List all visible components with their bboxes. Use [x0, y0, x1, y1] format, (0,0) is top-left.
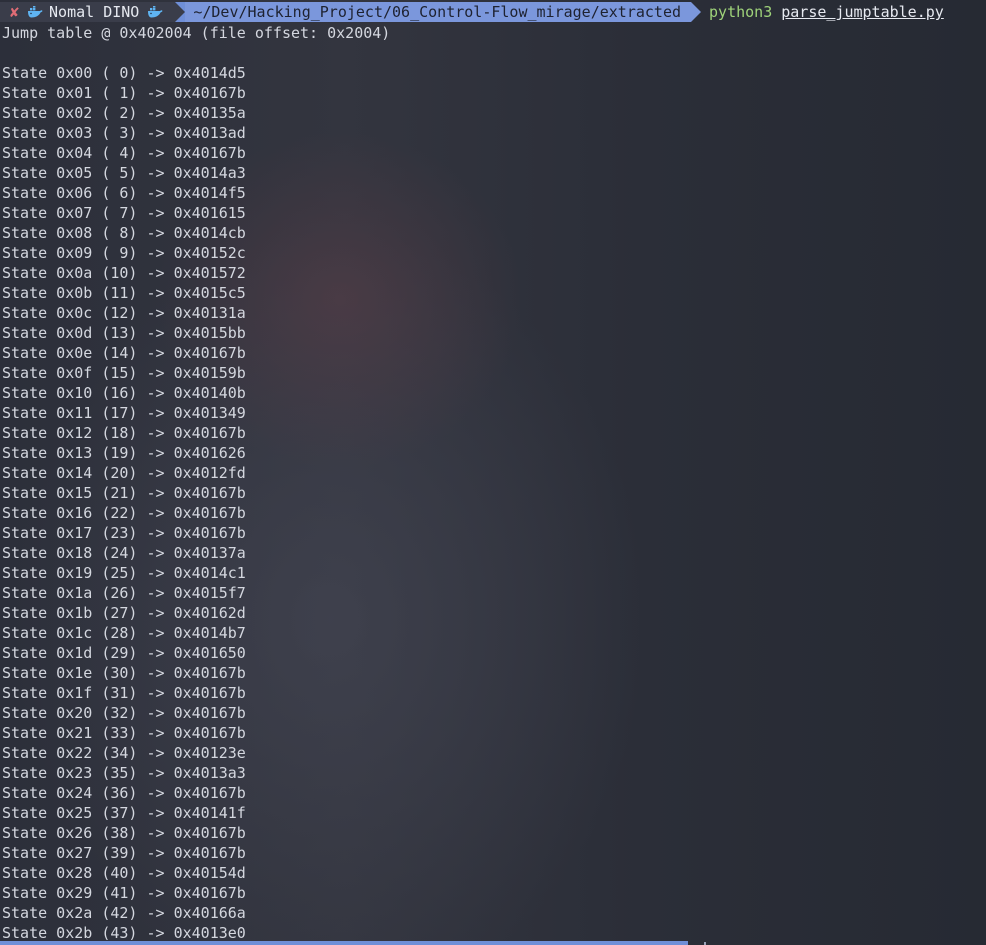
- jump-table-row: State 0x0e (14) -> 0x40167b: [2, 344, 246, 362]
- jump-table-row: State 0x05 ( 5) -> 0x4014a3: [2, 164, 246, 182]
- jump-table-row: State 0x04 ( 4) -> 0x40167b: [2, 144, 246, 162]
- jump-table-row: State 0x0a (10) -> 0x401572: [2, 264, 246, 282]
- jump-table-row: State 0x02 ( 2) -> 0x40135a: [2, 104, 246, 122]
- command-argument-file-link[interactable]: parse_jumptable.py: [781, 3, 944, 21]
- jump-table-row: State 0x26 (38) -> 0x40167b: [2, 824, 246, 842]
- jump-table-row: State 0x22 (34) -> 0x40123e: [2, 744, 246, 762]
- jump-table-row: State 0x24 (36) -> 0x40167b: [2, 784, 246, 802]
- docker-whale-icon: [28, 6, 43, 18]
- jump-table-row: State 0x0d (13) -> 0x4015bb: [2, 324, 246, 342]
- jump-table-row: State 0x0b (11) -> 0x4015c5: [2, 284, 246, 302]
- jump-table-row: State 0x08 ( 8) -> 0x4014cb: [2, 224, 246, 242]
- jump-table-row: State 0x1c (28) -> 0x4014b7: [2, 624, 246, 642]
- jump-table-output: State 0x00 ( 0) -> 0x4014d5 State 0x01 ( …: [2, 63, 246, 943]
- docker-whale-icon: [148, 6, 163, 18]
- prompt-user-label: Nomal DINO: [49, 3, 140, 21]
- jump-table-row: State 0x2a (42) -> 0x40166a: [2, 904, 246, 922]
- prompt-separator-icon: [175, 2, 186, 22]
- jump-table-row: State 0x07 ( 7) -> 0x401615: [2, 204, 246, 222]
- jump-table-row: State 0x25 (37) -> 0x40141f: [2, 804, 246, 822]
- jump-table-row: State 0x15 (21) -> 0x40167b: [2, 484, 246, 502]
- jump-table-row: State 0x1e (30) -> 0x40167b: [2, 664, 246, 682]
- jump-table-row: State 0x0f (15) -> 0x40159b: [2, 364, 246, 382]
- jump-table-row: State 0x11 (17) -> 0x401349: [2, 404, 246, 422]
- jump-table-row: State 0x20 (32) -> 0x40167b: [2, 704, 246, 722]
- jump-table-row: State 0x1d (29) -> 0x401650: [2, 644, 246, 662]
- jump-table-row: State 0x06 ( 6) -> 0x4014f5: [2, 184, 246, 202]
- jump-table-row: State 0x21 (33) -> 0x40167b: [2, 724, 246, 742]
- terminal-window[interactable]: ✘ Nomal DINO ~/Dev/Hacking_Project/06_Co…: [0, 0, 986, 945]
- shell-prompt: ✘ Nomal DINO ~/Dev/Hacking_Project/06_Co…: [0, 2, 986, 22]
- jump-table-row: State 0x01 ( 1) -> 0x40167b: [2, 84, 246, 102]
- jump-table-row: State 0x14 (20) -> 0x4012fd: [2, 464, 246, 482]
- jump-table-header: Jump table @ 0x402004 (file offset: 0x20…: [2, 24, 391, 42]
- jump-table-row: State 0x19 (25) -> 0x4014c1: [2, 564, 246, 582]
- jump-table-row: State 0x28 (40) -> 0x40154d: [2, 864, 246, 882]
- jump-table-row: State 0x00 ( 0) -> 0x4014d5: [2, 64, 246, 82]
- prompt-separator-icon: [691, 2, 702, 22]
- jump-table-row: State 0x18 (24) -> 0x40137a: [2, 544, 246, 562]
- jump-table-row: State 0x27 (39) -> 0x40167b: [2, 844, 246, 862]
- jump-table-row: State 0x09 ( 9) -> 0x40152c: [2, 244, 246, 262]
- jump-table-row: State 0x0c (12) -> 0x40131a: [2, 304, 246, 322]
- jump-table-row: State 0x17 (23) -> 0x40167b: [2, 524, 246, 542]
- jump-table-row: State 0x1b (27) -> 0x40162d: [2, 604, 246, 622]
- prompt-path: ~/Dev/Hacking_Project/06_Control-Flow_mi…: [185, 2, 692, 22]
- jump-table-row: State 0x12 (18) -> 0x40167b: [2, 424, 246, 442]
- jump-table-row: State 0x10 (16) -> 0x40140b: [2, 384, 246, 402]
- jump-table-row: State 0x03 ( 3) -> 0x4013ad: [2, 124, 246, 142]
- command-name: python3: [709, 3, 773, 21]
- jump-table-row: State 0x13 (19) -> 0x401626: [2, 444, 246, 462]
- jump-table-row: State 0x29 (41) -> 0x40167b: [2, 884, 246, 902]
- jump-table-row: State 0x23 (35) -> 0x4013a3: [2, 764, 246, 782]
- jump-table-row: State 0x1f (31) -> 0x40167b: [2, 684, 246, 702]
- jump-table-row: State 0x1a (26) -> 0x4015f7: [2, 584, 246, 602]
- prompt-status-segment: ✘ Nomal DINO: [0, 2, 176, 22]
- error-x-icon: ✘: [10, 3, 20, 21]
- jump-table-row: State 0x2b (43) -> 0x4013e0: [2, 924, 246, 942]
- jump-table-row: State 0x16 (22) -> 0x40167b: [2, 504, 246, 522]
- terminal-status-bar: [0, 941, 688, 945]
